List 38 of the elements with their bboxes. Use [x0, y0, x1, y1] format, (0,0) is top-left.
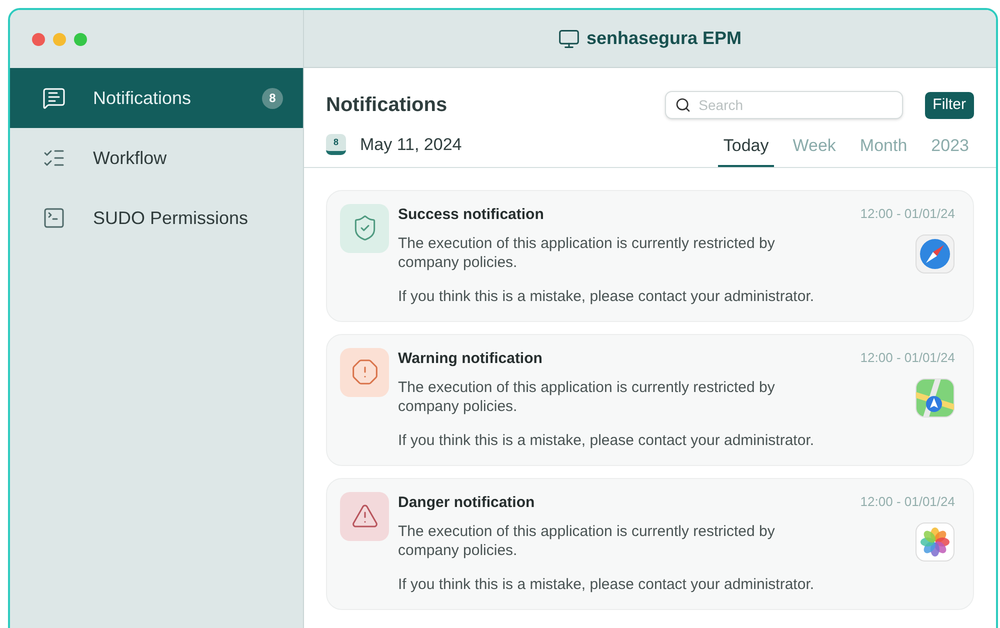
notification-time: 12:00 - 01/01/24: [860, 348, 955, 366]
calendar-icon: 8: [326, 134, 346, 156]
notification-message: The execution of this application is currently restricted by company policies.: [398, 378, 776, 416]
map-app-icon: [915, 378, 955, 418]
sidebar-item[interactable]: Workflow: [10, 128, 303, 188]
compass-app-icon: [915, 234, 955, 274]
terminal-icon: [42, 206, 66, 230]
monitor-icon: [558, 28, 580, 50]
count-badge: 8: [262, 88, 283, 108]
sidebar-item[interactable]: SUDO Permissions: [10, 188, 303, 248]
flower-app-icon: [915, 522, 955, 562]
maximize-window-button[interactable]: [74, 32, 87, 46]
notification-message: The execution of this application is currently restricted by company policies.: [398, 522, 776, 560]
search-icon: [674, 97, 691, 113]
warning-triangle-icon: [350, 502, 378, 530]
notification-title: Danger notification: [398, 492, 536, 512]
notification-note: If you think this is a mistake, please contact your administrator.: [398, 287, 816, 307]
alert-octagon-icon: [350, 358, 378, 386]
filter-button[interactable]: Filter: [924, 92, 974, 118]
search-field[interactable]: Search: [664, 91, 903, 119]
sidebar-label: Workflow: [93, 146, 168, 170]
notification-note: If you think this is a mistake, please contact your administrator.: [398, 575, 816, 595]
chat-icon: [42, 86, 66, 110]
notification-title: Warning notification: [398, 348, 544, 368]
sidebar-label: SUDO Permissions: [93, 206, 250, 230]
page-title: Notifications: [326, 93, 448, 118]
sidebar-label: Notifications: [93, 86, 192, 110]
notification-time: 12:00 - 01/01/24: [860, 204, 955, 222]
sidebar-item[interactable]: Notifications 8: [10, 68, 303, 128]
notification-time: 12:00 - 01/01/24: [860, 492, 955, 510]
notification-message: The execution of this application is currently restricted by company policies.: [398, 234, 776, 272]
minimize-window-button[interactable]: [53, 32, 66, 46]
date-label: May 11, 2024: [360, 134, 462, 156]
close-window-button[interactable]: [32, 32, 45, 46]
period-tab[interactable]: Today: [718, 133, 774, 166]
notification-note: If you think this is a mistake, please contact your administrator.: [398, 431, 816, 451]
notification-title: Success notification: [398, 204, 545, 224]
window-title: senhasegura EPM: [586, 27, 742, 50]
